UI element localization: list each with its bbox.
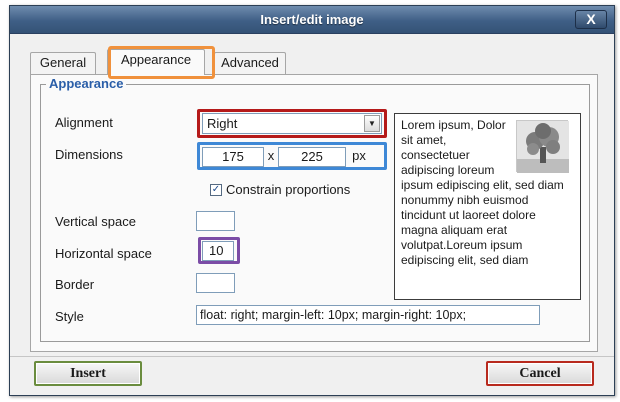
alignment-highlight bbox=[197, 109, 387, 138]
tab-advanced[interactable]: Advanced bbox=[214, 52, 286, 74]
dialog-title: Insert/edit image bbox=[260, 12, 364, 27]
insert-button[interactable]: Insert bbox=[34, 361, 142, 386]
constrain-proportions-checkbox[interactable]: ✓ bbox=[210, 184, 222, 196]
alignment-label: Alignment bbox=[55, 115, 113, 130]
image-preview-box: Lorem ipsum, Dolor sit amet, consectetue… bbox=[394, 113, 581, 300]
appearance-fieldset: Appearance Alignment Right ▼ Dimensions … bbox=[40, 76, 590, 342]
title-bar[interactable]: Insert/edit image X bbox=[10, 6, 614, 34]
insert-edit-image-dialog: Insert/edit image X General Appearance A… bbox=[9, 5, 615, 396]
vertical-space-input[interactable] bbox=[196, 211, 235, 231]
border-label: Border bbox=[55, 277, 95, 292]
style-input[interactable]: float: right; margin-left: 10px; margin-… bbox=[196, 305, 540, 325]
footer-divider bbox=[10, 356, 614, 357]
appearance-panel: Appearance Alignment Right ▼ Dimensions … bbox=[30, 74, 598, 352]
tree-thumbnail-icon bbox=[516, 120, 569, 173]
dimensions-label: Dimensions bbox=[55, 147, 123, 162]
close-icon: X bbox=[586, 11, 596, 27]
horizontal-space-label: Horizontal space bbox=[55, 246, 152, 261]
border-input[interactable] bbox=[196, 273, 235, 293]
close-button[interactable]: X bbox=[575, 10, 607, 29]
dimensions-highlight bbox=[197, 142, 387, 170]
appearance-tab-highlight bbox=[108, 46, 215, 79]
tab-general[interactable]: General bbox=[30, 52, 96, 74]
vertical-space-label: Vertical space bbox=[55, 214, 136, 229]
horizontal-space-highlight bbox=[198, 237, 240, 264]
constrain-proportions-label[interactable]: Constrain proportions bbox=[226, 182, 350, 197]
cancel-button[interactable]: Cancel bbox=[486, 361, 594, 386]
style-label: Style bbox=[55, 309, 84, 324]
